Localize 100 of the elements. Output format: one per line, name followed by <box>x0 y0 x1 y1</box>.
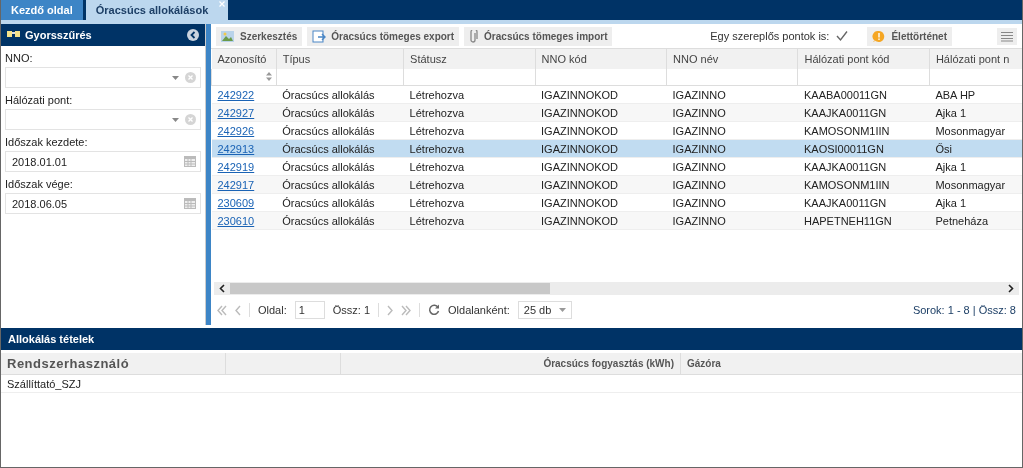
row-summary: Sorok: 1 - 8 | Össz: 8 <box>912 304 1016 316</box>
table-cell: Létrehozva <box>409 88 465 101</box>
toolbar-button[interactable]: Óracsúcs tömeges import <box>464 26 613 46</box>
field-label: Időszak kezdete: <box>4 135 89 150</box>
table-cell: Létrehozva <box>409 214 465 227</box>
collapse-icon[interactable] <box>187 29 199 41</box>
calendar-icon[interactable] <box>184 198 196 209</box>
history-button[interactable]: Élettörténet <box>867 26 952 46</box>
tab[interactable]: Kezdő oldal <box>1 0 83 20</box>
column-header[interactable]: Óracsúcs fogyasztás (kWh) <box>341 353 681 375</box>
table-cell: KAABA00011GN <box>803 88 887 101</box>
alert-icon <box>872 29 887 43</box>
column-header[interactable]: Típus <box>276 49 404 69</box>
table-cell: Létrehozva <box>409 106 465 119</box>
table-cell: KAAJKA0011GN <box>803 160 887 173</box>
export-icon <box>312 29 327 43</box>
table-cell: IGAZINNO <box>672 214 726 227</box>
table-cell: IGAZINNOKOD <box>541 88 619 101</box>
field-label: Hálózati pont: <box>4 93 74 108</box>
table-row[interactable]: 242922 Óracsúcs allokálás Létrehozva IGAZINNOKOD IGAZINNO KAABA00011GN ABA HP <box>211 85 1022 104</box>
id-link[interactable]: 230610 <box>217 214 255 227</box>
dropdown-icon[interactable] <box>172 75 179 80</box>
table-row[interactable]: 242919 Óracsúcs allokálás Létrehozva IGAZINNOKOD IGAZINNO KAAJKA0011GN Ajka 1 <box>211 157 1022 176</box>
column-header[interactable]: NNO kód <box>535 49 667 69</box>
input-field[interactable] <box>5 67 201 88</box>
page-label: Oldal: <box>258 304 287 316</box>
table-cell: Létrehozva <box>409 124 465 137</box>
table-cell: IGAZINNOKOD <box>541 160 619 173</box>
table-cell: IGAZINNO <box>672 88 726 101</box>
table-cell: Óracsúcs allokálás <box>282 178 375 191</box>
column-header[interactable]: Hálózati pont n <box>929 49 1022 69</box>
column-header[interactable]: Rendszerhasználó <box>1 353 226 375</box>
table-cell: IGAZINNOKOD <box>541 124 619 137</box>
column-header[interactable]: Gázóra <box>681 353 1022 375</box>
table-cell: IGAZINNOKOD <box>541 214 619 227</box>
calendar-icon[interactable] <box>184 156 196 167</box>
checkbox[interactable] <box>836 30 849 42</box>
id-link[interactable]: 230609 <box>217 196 255 209</box>
id-link[interactable]: 242913 <box>217 142 255 155</box>
scroll-left-icon[interactable] <box>219 284 225 293</box>
tab[interactable]: Óracsúcs allokálások <box>85 0 229 20</box>
previous-page-icon[interactable] <box>235 304 241 316</box>
table-row[interactable]: 242926 Óracsúcs allokálás Létrehozva IGAZINNOKOD IGAZINNO KAMOSONM1IIN Mosonmagyar <box>211 121 1022 140</box>
menu-icon[interactable] <box>997 27 1017 45</box>
table-cell: Petneháza <box>935 214 989 227</box>
table-cell: IGAZINNOKOD <box>541 142 619 155</box>
table-cell: Óracsúcs allokálás <box>282 88 375 101</box>
checkbox-label: Egy szereplős pontok is: <box>710 30 830 42</box>
section-title: Allokálás tételek <box>8 333 95 345</box>
next-page-icon[interactable] <box>387 304 394 316</box>
table-cell: KAMOSONM1IIN <box>803 178 890 191</box>
panel-title: Gyorsszűrés <box>25 29 93 41</box>
column-header[interactable] <box>226 353 341 375</box>
id-link[interactable]: 242927 <box>217 106 255 119</box>
table-cell: ABA HP <box>935 88 976 101</box>
input-field[interactable]: 2018.01.01 <box>5 151 201 172</box>
sort-icon[interactable] <box>265 72 272 81</box>
column-header[interactable]: Státusz <box>403 49 536 69</box>
field-label: Időszak vége: <box>4 177 74 192</box>
table-cell: Létrehozva <box>409 142 465 155</box>
horizontal-scrollbar[interactable] <box>214 282 1019 295</box>
scroll-right-icon[interactable] <box>1008 284 1014 293</box>
table-cell: IGAZINNO <box>672 124 726 137</box>
table-cell: IGAZINNOKOD <box>541 178 619 191</box>
id-link[interactable]: 242926 <box>217 124 255 137</box>
column-header[interactable]: NNO név <box>666 49 798 69</box>
table-cell: Óracsúcs allokálás <box>282 142 375 155</box>
id-link[interactable]: 242922 <box>217 88 255 101</box>
column-header[interactable]: Azonosító <box>211 49 277 69</box>
table-cell: KAMOSONM1IIN <box>803 124 890 137</box>
table-cell: KAOSI00011GN <box>803 142 884 155</box>
image-icon <box>221 29 235 43</box>
paperclip-icon <box>469 29 480 43</box>
table-cell: KAAJKA0011GN <box>803 196 887 209</box>
table-cell: Ajka 1 <box>935 196 966 209</box>
dropdown-icon[interactable] <box>172 117 179 122</box>
toolbar-button[interactable]: Szerkesztés <box>216 26 303 46</box>
table-row[interactable]: Szállíttató_SZJ <box>1 375 1022 393</box>
id-link[interactable]: 242917 <box>217 178 255 191</box>
last-page-icon[interactable] <box>401 304 412 316</box>
per-page-dropdown[interactable]: 25 db <box>517 301 572 319</box>
table-cell: Ősi <box>935 142 952 155</box>
column-header[interactable]: Hálózati pont kód <box>797 49 930 69</box>
clear-icon[interactable] <box>185 72 196 83</box>
first-page-icon[interactable] <box>217 304 227 316</box>
table-cell: Szállíttató_SZJ <box>7 377 81 390</box>
input-field[interactable]: 2018.06.05 <box>5 193 201 214</box>
refresh-icon[interactable] <box>428 304 441 316</box>
table-cell: IGAZINNOKOD <box>541 106 619 119</box>
table-cell: IGAZINNO <box>672 142 726 155</box>
input-field[interactable] <box>5 109 201 130</box>
table-row[interactable]: 230609 Óracsúcs allokálás Létrehozva IGAZINNOKOD IGAZINNO KAAJKA0011GN Ajka 1 <box>211 193 1022 212</box>
page-input[interactable]: 1 <box>294 301 325 319</box>
id-link[interactable]: 242919 <box>217 160 255 173</box>
dropdown-icon[interactable] <box>558 308 566 312</box>
clear-icon[interactable] <box>185 114 196 125</box>
table-cell: HAPETNEH11GN <box>803 214 892 227</box>
toolbar-button[interactable]: Óracsúcs tömeges export <box>307 26 460 46</box>
table-cell: Óracsúcs allokálás <box>282 106 375 119</box>
close-icon[interactable] <box>219 1 226 7</box>
